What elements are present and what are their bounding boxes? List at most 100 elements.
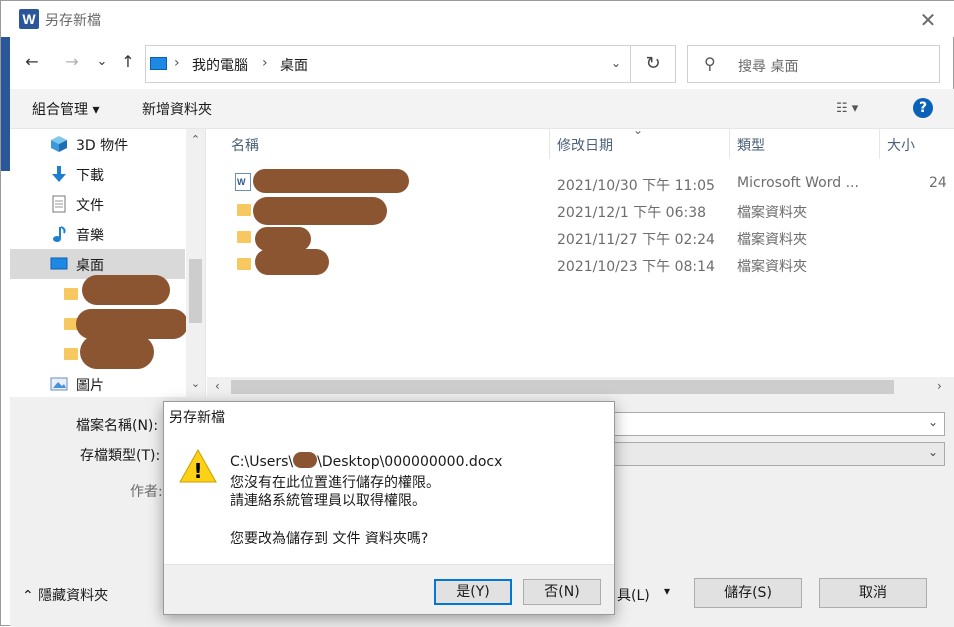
scroll-left-icon[interactable]: ‹ bbox=[215, 379, 220, 393]
redaction-mark bbox=[293, 452, 318, 468]
scroll-right-icon[interactable]: › bbox=[937, 379, 942, 393]
recent-locations-button[interactable]: ⌄ bbox=[91, 51, 113, 73]
tools-menu[interactable]: 具(L) bbox=[617, 585, 650, 605]
column-divider[interactable] bbox=[879, 129, 880, 159]
dialog-title: 另存新檔 bbox=[169, 410, 225, 426]
dialog-message-line: 請連絡系統管理員以取得權限。 bbox=[230, 493, 426, 509]
close-button[interactable]: ✕ bbox=[915, 7, 941, 33]
file-type: 檔案資料夾 bbox=[737, 232, 807, 248]
column-divider[interactable] bbox=[549, 129, 550, 159]
cube-icon bbox=[51, 136, 67, 152]
scrollbar-thumb[interactable] bbox=[189, 259, 202, 323]
yes-button[interactable]: 是(Y) bbox=[434, 579, 512, 605]
save-as-window: W 另存新檔 ✕ ← → ⌄ ↑ › 我的電腦 › 桌面 ⌄ ↻ ⚲ 搜尋 桌面… bbox=[0, 0, 954, 627]
path-suffix: \Desktop\000000000.docx bbox=[317, 454, 503, 470]
chevron-down-icon[interactable]: ⌄ bbox=[928, 445, 938, 459]
navigation-bar: ← → ⌄ ↑ › 我的電腦 › 桌面 ⌄ ↻ ⚲ 搜尋 桌面 bbox=[1, 41, 954, 85]
organize-menu[interactable]: 組合管理 ▾ bbox=[32, 99, 99, 119]
folder-icon bbox=[64, 288, 78, 300]
word-doc-icon bbox=[235, 173, 251, 191]
scrollbar-thumb[interactable] bbox=[231, 380, 894, 394]
tools-dropdown-icon[interactable]: ▾ bbox=[664, 584, 670, 598]
warning-icon: ! bbox=[179, 448, 217, 483]
breadcrumb-separator[interactable]: › bbox=[262, 55, 268, 71]
sidebar-item-documents[interactable]: 文件 bbox=[10, 189, 185, 219]
redaction-mark bbox=[255, 249, 329, 275]
sidebar-item-label: 桌面 bbox=[76, 258, 104, 274]
search-box[interactable]: ⚲ 搜尋 桌面 bbox=[687, 45, 940, 83]
file-type: 檔案資料夾 bbox=[737, 259, 807, 275]
up-button[interactable]: ↑ bbox=[117, 51, 139, 73]
folder-icon bbox=[237, 204, 251, 216]
warning-glyph: ! bbox=[193, 459, 202, 483]
breadcrumb-desktop[interactable]: 桌面 bbox=[280, 55, 308, 75]
computer-icon bbox=[150, 57, 167, 70]
column-name-header[interactable]: 名稱 bbox=[231, 135, 259, 155]
column-divider[interactable] bbox=[729, 129, 730, 159]
search-placeholder: 搜尋 桌面 bbox=[738, 59, 799, 75]
column-size-header[interactable]: 大小 bbox=[887, 135, 915, 155]
scroll-down-icon[interactable]: ⌄ bbox=[186, 377, 205, 390]
dialog-button-bar: 是(Y) 否(N) bbox=[164, 564, 614, 614]
sidebar-item-music[interactable]: 音樂 bbox=[10, 219, 185, 249]
column-type-header[interactable]: 類型 bbox=[737, 135, 765, 155]
breadcrumb-separator[interactable]: › bbox=[174, 55, 180, 71]
download-icon bbox=[52, 166, 66, 182]
redaction-mark bbox=[80, 335, 154, 369]
sidebar-item-label: 下載 bbox=[76, 168, 104, 184]
dialog-path: C:\Users\ \Desktop\000000000.docx bbox=[230, 452, 502, 470]
sidebar-item-label: 音樂 bbox=[76, 228, 104, 244]
path-prefix: C:\Users\ bbox=[230, 454, 294, 470]
sidebar-item-downloads[interactable]: 下載 bbox=[10, 159, 185, 189]
search-icon: ⚲ bbox=[704, 54, 716, 73]
column-date-header[interactable]: 修改日期 bbox=[557, 135, 613, 155]
file-type: 檔案資料夾 bbox=[737, 205, 807, 221]
dialog-question: 您要改為儲存到 文件 資料夾嗎? bbox=[230, 531, 429, 547]
word-app-icon: W bbox=[19, 9, 39, 29]
sidebar-item-3d-objects[interactable]: 3D 物件 bbox=[10, 129, 185, 159]
back-button[interactable]: ← bbox=[21, 51, 43, 73]
music-icon bbox=[53, 226, 66, 242]
forward-button[interactable]: → bbox=[61, 51, 83, 73]
chevron-down-icon[interactable]: ⌄ bbox=[928, 415, 938, 429]
filename-label: 檔案名稱(N): bbox=[76, 418, 159, 434]
redaction-mark bbox=[253, 197, 387, 225]
sidebar-scrollbar[interactable]: ⌃ ⌄ bbox=[186, 129, 205, 397]
new-folder-button[interactable]: 新增資料夾 bbox=[142, 99, 212, 119]
sidebar-item-pictures[interactable]: 圖片 bbox=[10, 369, 185, 399]
pictures-icon bbox=[50, 377, 68, 391]
author-label: 作者: bbox=[130, 484, 163, 500]
permission-dialog: 另存新檔 ! C:\Users\ \Desktop\000000000.docx … bbox=[163, 401, 615, 615]
folder-icon bbox=[64, 348, 78, 360]
command-toolbar: 組合管理 ▾ 新增資料夾 ☷ ▾ ? bbox=[10, 89, 954, 129]
folder-icon bbox=[237, 231, 251, 243]
sort-chevron-icon: ⌄ bbox=[633, 123, 644, 137]
redaction-mark bbox=[82, 275, 170, 305]
sidebar-item-label: 圖片 bbox=[76, 378, 104, 394]
window-title: 另存新檔 bbox=[45, 13, 101, 29]
cancel-button[interactable]: 取消 bbox=[819, 578, 927, 608]
view-options-icon[interactable]: ☷ ▾ bbox=[836, 101, 858, 116]
redaction-mark bbox=[255, 227, 311, 251]
title-bar: W 另存新檔 ✕ bbox=[1, 1, 954, 37]
scroll-up-icon[interactable]: ⌃ bbox=[186, 133, 205, 146]
file-list-horizontal-scrollbar[interactable]: ‹ › bbox=[207, 377, 954, 397]
save-button[interactable]: 儲存(S) bbox=[694, 578, 802, 608]
file-date: 2021/10/23 下午 08:14 bbox=[557, 259, 715, 275]
document-icon bbox=[52, 195, 66, 213]
breadcrumb-my-computer[interactable]: 我的電腦 bbox=[192, 55, 248, 75]
refresh-button[interactable]: ↻ bbox=[630, 46, 675, 82]
no-button[interactable]: 否(N) bbox=[523, 579, 601, 605]
hide-folders-button[interactable]: ⌃ 隱藏資料夾 bbox=[22, 585, 108, 605]
file-date: 2021/10/30 下午 11:05 bbox=[557, 178, 715, 194]
address-dropdown-icon[interactable]: ⌄ bbox=[611, 56, 621, 70]
redaction-mark bbox=[253, 169, 409, 193]
file-row[interactable]: 2021/11/27 下午 02:24 檔案資料夾 bbox=[207, 225, 954, 252]
sidebar-item-label: 3D 物件 bbox=[76, 138, 129, 154]
help-icon[interactable]: ? bbox=[913, 98, 933, 118]
file-date: 2021/11/27 下午 02:24 bbox=[557, 232, 715, 248]
file-size: 24 bbox=[929, 175, 947, 191]
sidebar-item-label: 文件 bbox=[76, 198, 104, 214]
file-list: 名稱 ⌄ 修改日期 類型 大小 2021/10/30 下午 11:05 Micr… bbox=[207, 123, 954, 397]
address-bar[interactable]: › 我的電腦 › 桌面 ⌄ ↻ bbox=[145, 45, 676, 83]
